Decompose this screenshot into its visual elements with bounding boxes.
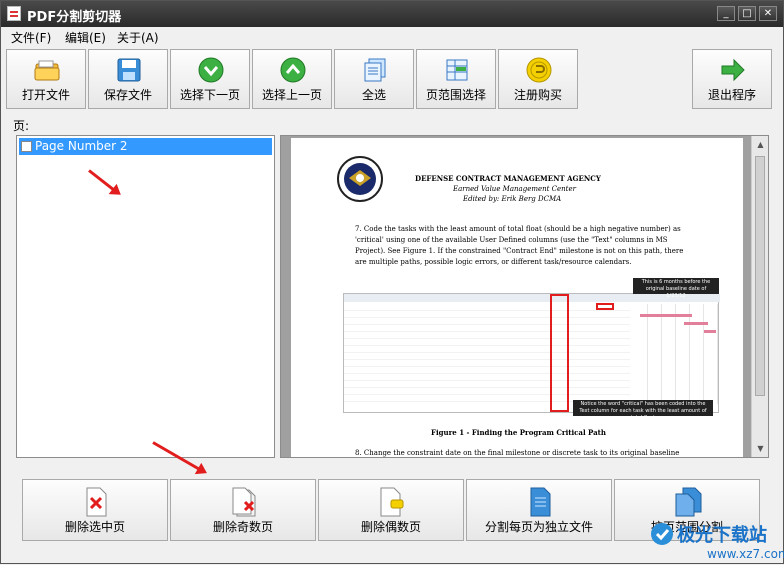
page-range-button[interactable]: 页范围选择 (416, 49, 496, 109)
delete-odd-pages-icon (232, 487, 256, 517)
arrow-up-icon (280, 57, 306, 83)
page-item-label: Page Number 2 (35, 139, 128, 153)
callout-top: This is 6 months before the original bas… (633, 278, 719, 299)
doc-agency: DEFENSE CONTRACT MANAGEMENT AGENCY (415, 174, 601, 183)
exit-label: 退出程序 (707, 88, 756, 102)
preview-scrollbar[interactable]: ▲ ▼ (751, 136, 768, 457)
split-pages-icon (530, 487, 551, 517)
open-folder-icon (34, 60, 60, 81)
open-file-button[interactable]: 打开文件 (6, 49, 86, 109)
delete-odd-label: 删除奇数页 (212, 520, 273, 534)
doc-step7: 7. Code the tasks with the least amount … (355, 225, 684, 266)
select-all-icon (364, 58, 386, 82)
dcma-seal-icon (337, 156, 383, 202)
doc-editor: Edited by: Erik Berg DCMA (463, 195, 562, 203)
register-label: 注册购买 (513, 88, 562, 102)
watermark-url: www.xz7.com (707, 547, 784, 561)
delete-selected-pages-button[interactable]: 删除选中页 (22, 479, 168, 541)
exit-button[interactable]: 退出程序 (692, 49, 772, 109)
delete-even-pages-button[interactable]: 删除偶数页 (318, 479, 464, 541)
menu-edit[interactable]: 编辑(E) (65, 29, 106, 46)
window-title: PDF分割剪切器 (27, 10, 122, 25)
page-checkbox[interactable] (21, 141, 32, 152)
exit-arrow-icon (721, 58, 745, 82)
watermark-logo-icon (651, 523, 673, 545)
split-each-page-button[interactable]: 分割每页为独立文件 (466, 479, 612, 541)
minimize-button[interactable]: _ (717, 6, 735, 21)
page-list[interactable]: Page Number 2 (16, 135, 275, 458)
menu-bar: 文件(F) 编辑(E) 关于(A) (1, 27, 783, 47)
doc-center: Earned Value Management Center (453, 185, 576, 193)
scroll-up-arrow[interactable]: ▲ (752, 136, 768, 153)
app-icon (7, 6, 21, 21)
save-file-label: 保存文件 (103, 88, 152, 102)
callout-bottom: Notice the word "critical" has been code… (573, 400, 713, 421)
floppy-disk-icon (117, 58, 141, 82)
pages-label: 页: (13, 119, 30, 133)
pdf-page: DEFENSE CONTRACT MANAGEMENT AGENCY Earne… (291, 138, 743, 457)
select-prev-page-label: 选择上一页 (261, 88, 322, 102)
select-all-label: 全选 (361, 88, 386, 102)
scroll-down-arrow[interactable]: ▼ (752, 440, 768, 457)
watermark: 极光下载站 www.xz7.com (649, 517, 784, 565)
register-coin-icon (526, 57, 552, 83)
delete-page-icon (86, 487, 107, 517)
delete-selected-label: 删除选中页 (64, 520, 125, 534)
page-range-icon (446, 59, 468, 81)
watermark-text: 极光下载站 (677, 525, 767, 546)
list-item[interactable]: Page Number 2 (19, 138, 272, 155)
select-next-page-button[interactable]: 选择下一页 (170, 49, 250, 109)
select-next-page-label: 选择下一页 (179, 88, 240, 102)
gantt-screenshot (343, 293, 720, 413)
select-all-button[interactable]: 全选 (334, 49, 414, 109)
callout-bottom-text: Notice the word "critical" has been code… (579, 401, 707, 421)
delete-odd-pages-button[interactable]: 删除奇数页 (170, 479, 316, 541)
delete-even-label: 删除偶数页 (360, 520, 421, 534)
toolbar: 打开文件 保存文件 选择下一页 选择上一页 全选 页范围选择 注册购买 退出程序 (1, 47, 783, 111)
menu-about[interactable]: 关于(A) (117, 29, 159, 46)
scroll-thumb[interactable] (755, 156, 765, 396)
doc-step8: 8. Change the constraint date on the fin… (355, 449, 680, 457)
maximize-button[interactable]: □ (738, 6, 756, 21)
title-bar[interactable]: PDF分割剪切器 _ □ ✕ (1, 1, 783, 27)
select-prev-page-button[interactable]: 选择上一页 (252, 49, 332, 109)
save-file-button[interactable]: 保存文件 (88, 49, 168, 109)
split-each-label: 分割每页为独立文件 (484, 520, 593, 534)
close-button[interactable]: ✕ (759, 6, 777, 21)
page-range-label: 页范围选择 (425, 88, 486, 102)
arrow-down-icon (198, 57, 224, 83)
delete-even-pages-icon (380, 487, 404, 517)
split-range-icon (675, 487, 702, 517)
figure-caption: Figure 1 - Finding the Program Critical … (431, 428, 606, 437)
register-button[interactable]: 注册购买 (498, 49, 578, 109)
app-window: PDF分割剪切器 _ □ ✕ 文件(F) 编辑(E) 关于(A) 打开文件 保存… (0, 0, 784, 564)
open-file-label: 打开文件 (21, 88, 70, 102)
menu-file[interactable]: 文件(F) (11, 29, 51, 46)
page-preview[interactable]: DEFENSE CONTRACT MANAGEMENT AGENCY Earne… (280, 135, 769, 458)
